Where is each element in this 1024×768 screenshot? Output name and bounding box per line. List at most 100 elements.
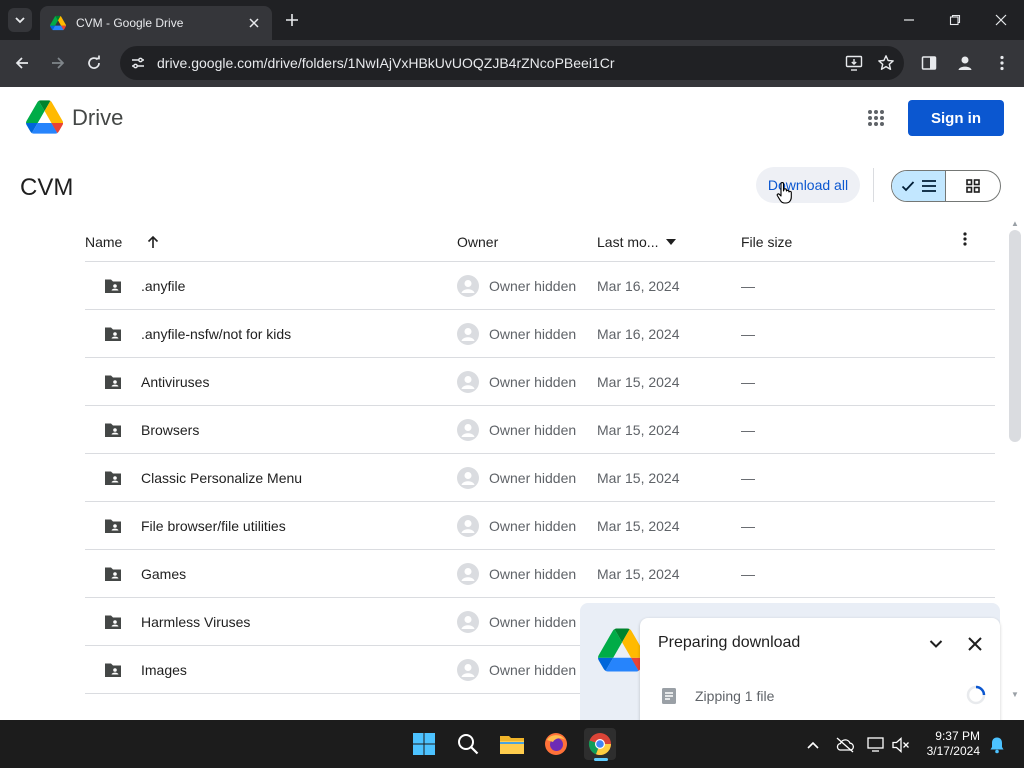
scroll-down-arrow[interactable]: ▼ bbox=[1011, 690, 1019, 699]
site-info-button[interactable] bbox=[124, 49, 152, 77]
column-label: Name bbox=[85, 234, 123, 250]
address-bar[interactable]: drive.google.com/drive/folders/1NwIAjVxH… bbox=[120, 46, 904, 80]
loading-spinner-icon bbox=[966, 685, 986, 705]
owner-name: Owner hidden bbox=[489, 422, 577, 438]
shared-folder-icon bbox=[105, 567, 121, 581]
more-vert-icon bbox=[1000, 55, 1004, 71]
toast-title: Preparing download bbox=[658, 634, 801, 651]
notifications-button[interactable] bbox=[986, 734, 1008, 756]
table-row[interactable]: .anyfile Owner hidden Mar 16, 2024 — bbox=[85, 262, 995, 310]
back-button[interactable] bbox=[9, 50, 35, 76]
sign-in-button[interactable]: Sign in bbox=[908, 100, 1004, 136]
owner-name: Owner hidden bbox=[489, 374, 577, 390]
new-tab-button[interactable] bbox=[282, 10, 302, 30]
bell-icon bbox=[990, 737, 1004, 754]
taskbar-search-button[interactable] bbox=[452, 728, 484, 760]
folder-title: CVM bbox=[20, 174, 74, 201]
file-size: — bbox=[741, 566, 755, 582]
minimize-button[interactable] bbox=[897, 8, 921, 32]
search-icon bbox=[458, 734, 479, 755]
table-row[interactable]: Browsers Owner hidden Mar 15, 2024 — bbox=[85, 406, 995, 454]
system-clock[interactable]: 9:37 PM 3/17/2024 bbox=[918, 729, 980, 759]
network-button[interactable] bbox=[866, 734, 888, 756]
grid-view-button[interactable] bbox=[946, 171, 1000, 201]
tab-title: CVM - Google Drive bbox=[76, 16, 184, 30]
reload-button[interactable] bbox=[81, 50, 107, 76]
show-hidden-icons-button[interactable] bbox=[802, 734, 824, 756]
arrow-up-icon[interactable] bbox=[146, 235, 160, 249]
file-size: — bbox=[741, 326, 755, 342]
file-explorer-button[interactable] bbox=[496, 728, 528, 760]
onedrive-button[interactable] bbox=[834, 734, 856, 756]
url-text: drive.google.com/drive/folders/1NwIAjVxH… bbox=[157, 55, 615, 71]
restore-button[interactable] bbox=[943, 8, 967, 32]
hand-cursor-icon bbox=[776, 181, 792, 204]
star-icon bbox=[878, 55, 894, 70]
shared-folder-icon bbox=[105, 375, 121, 389]
owner-avatar-icon bbox=[457, 515, 479, 537]
file-name: Classic Personalize Menu bbox=[141, 470, 303, 486]
browser-tab[interactable]: CVM - Google Drive bbox=[40, 6, 272, 40]
list-view-button[interactable] bbox=[892, 171, 947, 201]
download-all-button[interactable]: Download all bbox=[756, 167, 860, 203]
shared-folder-icon bbox=[105, 471, 121, 485]
table-row[interactable]: Games Owner hidden Mar 15, 2024 — bbox=[85, 550, 995, 598]
table-row[interactable]: .anyfile-nsfw/not for kids Owner hidden … bbox=[85, 310, 995, 358]
sort-down-icon bbox=[666, 239, 677, 245]
firefox-button[interactable] bbox=[540, 728, 572, 760]
chrome-button[interactable] bbox=[584, 728, 616, 760]
cloud-off-icon bbox=[836, 737, 854, 753]
volume-button[interactable] bbox=[890, 734, 912, 756]
network-icon bbox=[867, 737, 884, 752]
google-drive-logo[interactable] bbox=[26, 100, 63, 134]
table-row[interactable]: File browser/file utilities Owner hidden… bbox=[85, 502, 995, 550]
toast-close-button[interactable] bbox=[963, 632, 987, 656]
owner-avatar-icon bbox=[457, 323, 479, 345]
modified-date: Mar 15, 2024 bbox=[597, 518, 680, 534]
file-name: Images bbox=[141, 662, 187, 678]
profile-button[interactable] bbox=[952, 50, 978, 76]
browser-menu-button[interactable] bbox=[989, 50, 1015, 76]
close-window-button[interactable] bbox=[989, 8, 1013, 32]
side-panel-button[interactable] bbox=[916, 50, 942, 76]
owner-avatar-icon bbox=[457, 275, 479, 297]
tune-icon bbox=[132, 57, 144, 69]
drive-header: Drive Sign in bbox=[0, 87, 1024, 151]
modified-date: Mar 16, 2024 bbox=[597, 326, 680, 342]
google-apps-button[interactable] bbox=[862, 104, 890, 132]
owner-name: Owner hidden bbox=[489, 662, 577, 678]
name-column-header[interactable]: Name bbox=[85, 234, 160, 250]
column-label: File size bbox=[741, 234, 793, 250]
scroll-up-arrow[interactable]: ▲ bbox=[1011, 219, 1019, 228]
table-row[interactable]: Classic Personalize Menu Owner hidden Ma… bbox=[85, 454, 995, 502]
file-name: Harmless Viruses bbox=[141, 614, 251, 630]
file-table-header: Name Owner Last mo... File size bbox=[85, 222, 995, 262]
close-icon bbox=[995, 14, 1007, 26]
start-button[interactable] bbox=[408, 728, 440, 760]
speaker-muted-icon bbox=[892, 737, 909, 753]
forward-button[interactable] bbox=[45, 50, 71, 76]
scrollbar-thumb[interactable] bbox=[1009, 230, 1021, 442]
close-icon bbox=[968, 637, 982, 651]
restore-icon bbox=[949, 14, 961, 26]
bookmark-button[interactable] bbox=[872, 49, 900, 77]
view-toggle bbox=[891, 170, 1001, 202]
google-drive-icon bbox=[50, 15, 66, 31]
column-label: Last mo... bbox=[597, 234, 659, 250]
app-name: Drive bbox=[72, 105, 124, 130]
toast-collapse-button[interactable] bbox=[924, 632, 948, 656]
install-app-button[interactable] bbox=[840, 49, 868, 77]
download-toast: Preparing download Zipping 1 file bbox=[640, 618, 1000, 723]
modified-date: Mar 15, 2024 bbox=[597, 470, 680, 486]
tab-search-button[interactable] bbox=[8, 8, 32, 32]
modified-date: Mar 15, 2024 bbox=[597, 374, 680, 390]
owner-column-header: Owner bbox=[457, 234, 498, 250]
owner-name: Owner hidden bbox=[489, 470, 577, 486]
owner-avatar-icon bbox=[457, 467, 479, 489]
chevron-down-icon bbox=[15, 17, 25, 24]
last-modified-column-header[interactable]: Last mo... bbox=[597, 234, 677, 250]
divider bbox=[873, 168, 874, 202]
table-row[interactable]: Antiviruses Owner hidden Mar 15, 2024 — bbox=[85, 358, 995, 406]
tab-close-button[interactable] bbox=[246, 15, 262, 31]
table-options-button[interactable] bbox=[963, 232, 967, 246]
